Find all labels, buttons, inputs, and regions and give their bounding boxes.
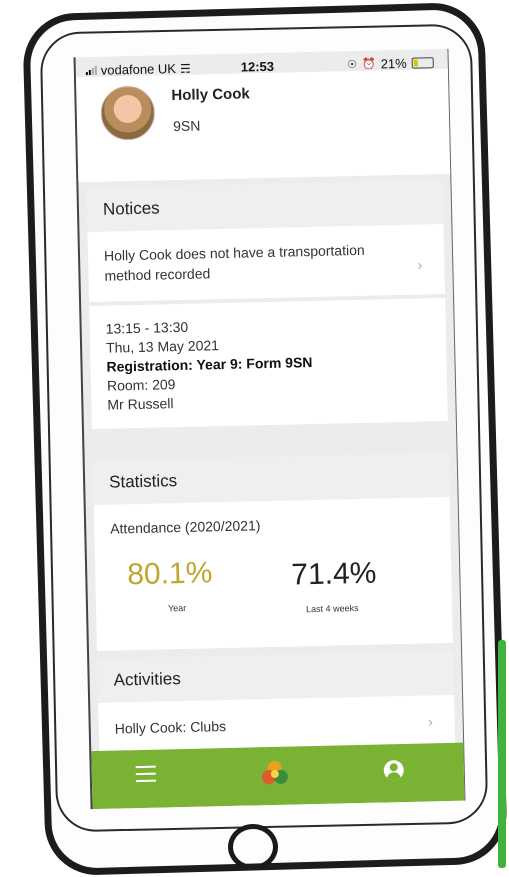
wifi-icon: ☴ xyxy=(179,61,191,76)
chevron-right-icon: › xyxy=(427,713,433,730)
user-icon[interactable] xyxy=(383,760,404,781)
battery-icon xyxy=(411,57,434,69)
last4-attendance-label: Last 4 weeks xyxy=(305,603,359,615)
app-logo-icon[interactable] xyxy=(259,759,290,790)
last4-attendance-value: 71.4% xyxy=(290,556,377,592)
home-button[interactable] xyxy=(228,824,278,870)
student-form: 9SN xyxy=(172,117,201,135)
activities-card: Activities Holly Cook: Clubs › xyxy=(97,650,456,759)
notices-card: Notices Holly Cook does not have a trans… xyxy=(86,180,448,430)
green-edge-decoration xyxy=(498,640,506,868)
attendance-stats: 80.1% Year 71.4% Last 4 weeks xyxy=(94,529,452,637)
activity-label: Holly Cook: Clubs xyxy=(114,718,227,737)
bottom-tab-bar xyxy=(91,742,465,810)
year-attendance-value: 80.1% xyxy=(126,556,213,592)
app-screen: vodafone UK ☴ 12:53 ☉ ⏰ 21% Holly Cook 9… xyxy=(73,48,466,810)
signal-icon xyxy=(85,65,97,76)
event-item[interactable]: 13:15 - 13:30 Thu, 13 May 2021 Registrat… xyxy=(89,298,448,429)
statistics-card: Statistics Attendance (2020/2021) 80.1% … xyxy=(92,452,453,651)
rotation-lock-icon: ☉ xyxy=(347,58,358,72)
notice-text: Holly Cook does not have a transportatio… xyxy=(103,241,365,284)
year-attendance-label: Year xyxy=(167,602,187,614)
alarm-icon: ⏰ xyxy=(361,58,376,71)
student-name: Holly Cook xyxy=(171,85,250,105)
transport-notice[interactable]: Holly Cook does not have a transportatio… xyxy=(87,224,446,307)
avatar xyxy=(100,85,156,141)
profile-header[interactable]: Holly Cook 9SN xyxy=(75,68,451,183)
menu-icon[interactable] xyxy=(135,765,156,787)
chevron-right-icon: › xyxy=(417,256,423,273)
